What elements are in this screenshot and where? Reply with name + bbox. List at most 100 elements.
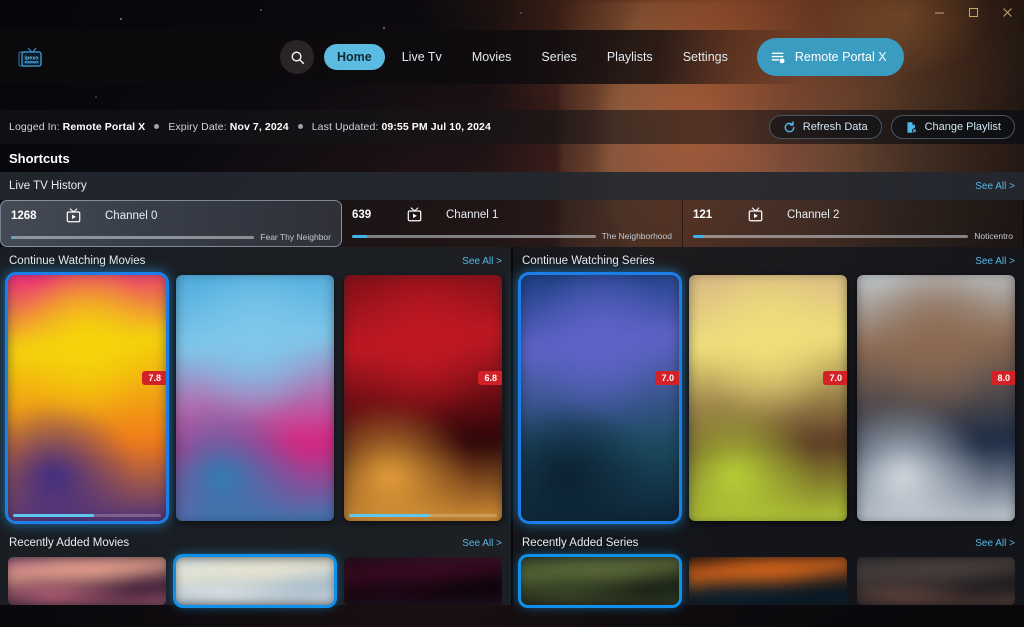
recently-added-series-header: Recently Added Series See All > xyxy=(513,529,1024,557)
continue-watching-movies-title: Continue Watching Movies xyxy=(9,255,145,267)
logged-in-value: Remote Portal X xyxy=(63,121,146,133)
poster-artwork xyxy=(176,275,334,521)
main-content: Shortcuts Live TV History See All > 1268… xyxy=(0,144,1024,627)
recently-added-series-list xyxy=(513,557,1024,605)
channel-card-top: 121 Channel 2 xyxy=(693,207,1013,223)
navigation-bar: ipexo Home Live Tv Movies Series Playlis… xyxy=(0,30,804,84)
recently-added-row: Recently Added Movies See All > Recently… xyxy=(0,529,1024,605)
poster-card[interactable]: 7.8 xyxy=(8,275,166,521)
recently-added-series-see-all[interactable]: See All > xyxy=(975,538,1015,549)
nav-item-live-tv[interactable]: Live Tv xyxy=(389,44,455,70)
thumbnail-artwork xyxy=(8,557,166,605)
poster-card[interactable]: 8.0 xyxy=(857,275,1015,521)
rating-badge: 8.0 xyxy=(991,371,1015,385)
nav-item-playlists[interactable]: Playlists xyxy=(594,44,666,70)
channel-list: 1268 Channel 0 Fear Thy Neighbor 639 Cha… xyxy=(0,200,1024,247)
svg-text:ipexo: ipexo xyxy=(24,56,39,62)
channel-name: Channel 1 xyxy=(446,209,498,221)
poster-artwork xyxy=(521,275,679,521)
channel-progress-row: Fear Thy Neighbor xyxy=(11,232,331,242)
channel-progress-bar xyxy=(693,235,968,238)
tv-icon xyxy=(406,207,423,223)
thumbnail-artwork xyxy=(857,557,1015,605)
channel-progress-bar xyxy=(352,235,596,238)
thumbnail-card[interactable] xyxy=(521,557,679,605)
refresh-data-button[interactable]: Refresh Data xyxy=(769,115,882,139)
tv-icon xyxy=(65,208,105,224)
poster-card[interactable] xyxy=(176,275,334,521)
channel-card-top: 1268 Channel 0 xyxy=(11,208,331,224)
poster-card[interactable]: 6.8 xyxy=(344,275,502,521)
close-button[interactable] xyxy=(990,0,1024,24)
thumbnail-artwork xyxy=(176,557,334,605)
continue-watching-series-header: Continue Watching Series See All > xyxy=(513,247,1024,275)
continue-watching-series-title: Continue Watching Series xyxy=(522,255,655,267)
channel-program-title: The Neighborhood xyxy=(602,231,672,241)
channel-card[interactable]: 121 Channel 2 Noticentro xyxy=(683,200,1024,247)
poster-artwork xyxy=(8,275,166,521)
nav-item-series[interactable]: Series xyxy=(528,44,589,70)
channel-number: 639 xyxy=(352,209,406,221)
remote-portal-button[interactable]: Remote Portal X xyxy=(757,38,904,76)
channel-name: Channel 0 xyxy=(105,210,157,222)
live-tv-history-see-all[interactable]: See All > xyxy=(975,181,1015,192)
poster-card[interactable]: 7.0 xyxy=(689,275,847,521)
change-playlist-label: Change Playlist xyxy=(925,121,1001,133)
tv-icon xyxy=(406,207,446,223)
recently-added-series-title: Recently Added Series xyxy=(522,537,638,549)
channel-name: Channel 2 xyxy=(787,209,839,221)
recently-added-movies-see-all[interactable]: See All > xyxy=(462,538,502,549)
minimize-button[interactable] xyxy=(922,0,956,24)
poster-artwork xyxy=(857,275,1015,521)
nav-item-movies[interactable]: Movies xyxy=(459,44,525,70)
change-playlist-button[interactable]: Change Playlist xyxy=(891,115,1015,139)
continue-watching-movies-list: 7.8 6.8 xyxy=(0,275,511,529)
thumbnail-artwork xyxy=(521,557,679,605)
channel-progress-bar xyxy=(11,236,254,239)
continue-watching-series-see-all[interactable]: See All > xyxy=(975,256,1015,267)
thumbnail-card[interactable] xyxy=(8,557,166,605)
rating-badge: 6.8 xyxy=(478,371,502,385)
maximize-icon xyxy=(968,7,979,18)
thumbnail-card[interactable] xyxy=(176,557,334,605)
channel-program-title: Fear Thy Neighbor xyxy=(260,232,331,242)
recently-added-movies-header: Recently Added Movies See All > xyxy=(0,529,511,557)
continue-watching-row: Continue Watching Movies See All > 7.8 6… xyxy=(0,247,1024,529)
channel-card-top: 639 Channel 1 xyxy=(352,207,672,223)
title-bar xyxy=(0,0,1024,24)
thumbnail-card[interactable] xyxy=(689,557,847,605)
file-swap-icon xyxy=(905,121,918,134)
tv-icon xyxy=(747,207,764,223)
search-icon xyxy=(290,50,305,65)
rating-badge: 7.0 xyxy=(823,371,847,385)
nav-item-home[interactable]: Home xyxy=(324,44,385,70)
last-updated-value: 09:55 PM Jul 10, 2024 xyxy=(381,121,491,133)
search-button[interactable] xyxy=(280,40,314,74)
continue-watching-movies-see-all[interactable]: See All > xyxy=(462,256,502,267)
account-info-text: Logged In: Remote Portal X Expiry Date: … xyxy=(9,121,491,133)
channel-number: 1268 xyxy=(11,210,65,222)
nav-item-settings[interactable]: Settings xyxy=(670,44,741,70)
live-tv-history-header: Live TV History See All > xyxy=(0,172,1024,200)
app-logo[interactable]: ipexo xyxy=(14,42,48,72)
poster-card[interactable]: 7.0 xyxy=(521,275,679,521)
channel-number: 121 xyxy=(693,209,747,221)
channel-progress-row: Noticentro xyxy=(693,231,1013,241)
channel-program-title: Noticentro xyxy=(974,231,1013,241)
recently-added-movies-list xyxy=(0,557,511,605)
remote-portal-label: Remote Portal X xyxy=(795,50,887,64)
rating-badge: 7.0 xyxy=(655,371,679,385)
continue-watching-series-panel: Continue Watching Series See All > 7.0 7… xyxy=(513,247,1024,529)
maximize-button[interactable] xyxy=(956,0,990,24)
channel-card[interactable]: 639 Channel 1 The Neighborhood xyxy=(342,200,683,247)
refresh-icon xyxy=(783,121,796,134)
tv-icon xyxy=(747,207,787,223)
account-info-bar: Logged In: Remote Portal X Expiry Date: … xyxy=(0,110,1024,144)
thumbnail-card[interactable] xyxy=(857,557,1015,605)
continue-watching-movies-header: Continue Watching Movies See All > xyxy=(0,247,511,275)
close-icon xyxy=(1002,7,1013,18)
tv-logo-icon: ipexo xyxy=(15,43,47,71)
channel-card[interactable]: 1268 Channel 0 Fear Thy Neighbor xyxy=(0,200,342,247)
thumbnail-card[interactable] xyxy=(344,557,502,605)
recently-added-movies-title: Recently Added Movies xyxy=(9,537,129,549)
